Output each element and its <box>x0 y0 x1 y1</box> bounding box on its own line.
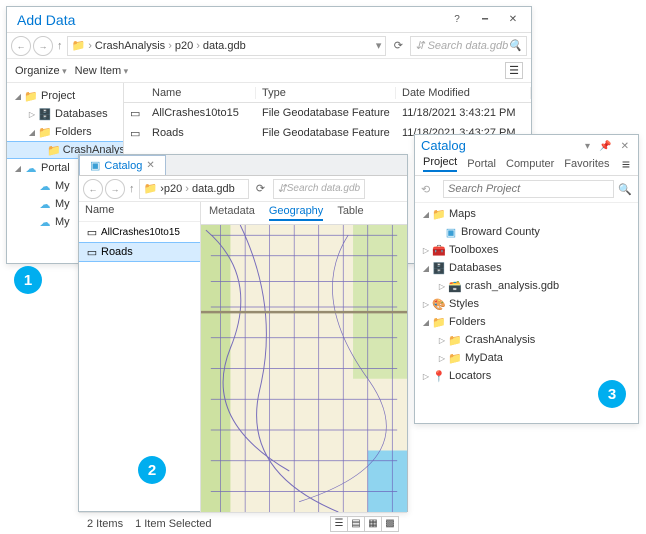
tree-folder-item[interactable]: ▷📁MyData <box>415 349 638 367</box>
nav-forward-button[interactable]: → <box>105 179 125 199</box>
catalog-tab[interactable]: ▣ Catalog ✕ <box>79 155 166 175</box>
tree-folder-item[interactable]: ▷📁CrashAnalysis <box>415 331 638 349</box>
tree-folders[interactable]: ◢📁Folders <box>7 123 123 141</box>
view-switch-icon[interactable]: ☰ <box>505 62 523 79</box>
feature-class-icon: ▭ <box>124 107 146 120</box>
pane-tabs: Project Portal Computer Favorites ≡ <box>415 156 638 176</box>
nav-up-icon[interactable]: ↑ <box>127 183 137 195</box>
tab-computer[interactable]: Computer <box>506 158 554 170</box>
pin-icon[interactable]: 📌 <box>596 141 614 152</box>
column-name[interactable]: Name <box>146 87 256 99</box>
nav-toolbar: ← → ↑ 📁 ›CrashAnalysis ›p20 ›data.gdb ▾ … <box>7 33 531 59</box>
catalog-icon: ▣ <box>90 159 100 172</box>
tree-folders[interactable]: ◢📁Folders <box>415 313 638 331</box>
tree-databases[interactable]: ◢🗄️Databases <box>415 259 638 277</box>
breadcrumb[interactable]: 📁 ›CrashAnalysis ›p20 ›data.gdb ▾ <box>67 36 387 56</box>
catalog-tree: ◢📁Maps ▣Broward County ▷🧰Toolboxes ◢🗄️Da… <box>415 203 638 387</box>
tab-strip: ▣ Catalog ✕ <box>79 155 407 176</box>
command-bar: Organize New Item ☰ <box>7 59 531 83</box>
tab-project[interactable]: Project <box>423 156 457 172</box>
callout-marker-2: 2 <box>138 456 166 484</box>
tree-toolboxes[interactable]: ▷🧰Toolboxes <box>415 241 638 259</box>
tree-gdb-item[interactable]: ▷🗃️crash_analysis.gdb <box>415 277 638 295</box>
tab-portal[interactable]: Portal <box>467 158 496 170</box>
window-close-button[interactable]: ✕ <box>499 10 527 30</box>
item-count: 2 Items <box>87 518 123 530</box>
column-type[interactable]: Type <box>256 87 396 99</box>
folder-icon: 📁 <box>72 39 86 52</box>
tree-map-item[interactable]: ▣Broward County <box>415 223 638 241</box>
search-back-icon[interactable]: ⟲ <box>421 183 439 196</box>
new-item-menu[interactable]: New Item <box>75 65 129 77</box>
filter-icon: ⇵ <box>415 39 424 52</box>
search-icon: 🔍 <box>618 183 632 196</box>
menu-icon[interactable]: ≡ <box>622 156 630 172</box>
organize-menu[interactable]: Organize <box>15 65 67 77</box>
nav-forward-button[interactable]: → <box>33 36 53 56</box>
window-help-button[interactable]: ? <box>443 10 471 30</box>
refresh-button[interactable]: ⟳ <box>388 36 408 56</box>
selection-count: 1 Item Selected <box>135 518 211 530</box>
column-name[interactable]: Name <box>79 202 200 222</box>
list-item[interactable]: ▭Roads <box>79 242 200 262</box>
refresh-button[interactable]: ⟳ <box>251 179 271 199</box>
tree-styles[interactable]: ▷🎨Styles <box>415 295 638 313</box>
tab-metadata[interactable]: Metadata <box>209 205 255 221</box>
column-date[interactable]: Date Modified <box>396 87 531 99</box>
tab-favorites[interactable]: Favorites <box>564 158 609 170</box>
tree-project[interactable]: ◢📁Project <box>7 87 123 105</box>
tree-maps[interactable]: ◢📁Maps <box>415 205 638 223</box>
search-input[interactable]: ⇵ Search data.gdb 🔍 <box>410 36 527 56</box>
status-bar: 2 Items 1 Item Selected ☰ ▤ ▦ ▩ <box>79 512 407 534</box>
tab-geography[interactable]: Geography <box>269 205 323 221</box>
nav-toolbar: ← → ↑ 📁 ›p20›data.gdb ⟳ ⇵ Search data.gd… <box>79 176 407 202</box>
nav-up-icon[interactable]: ↑ <box>55 40 65 52</box>
tree-databases[interactable]: ▷🗄️Databases <box>7 105 123 123</box>
search-icon: 🔍 <box>508 39 522 52</box>
window-minimize-button[interactable]: 🗕 <box>471 10 499 30</box>
title: Add Data <box>17 12 443 28</box>
tab-table[interactable]: Table <box>337 205 363 221</box>
nav-back-button[interactable]: ← <box>83 179 103 199</box>
titlebar: Add Data ? 🗕 ✕ <box>7 7 531 33</box>
list-item[interactable]: ▭AllCrashes10to15 <box>79 222 200 242</box>
feature-class-icon: ▭ <box>124 127 146 140</box>
map-preview[interactable] <box>201 225 407 512</box>
nav-back-button[interactable]: ← <box>11 36 31 56</box>
close-tab-icon[interactable]: ✕ <box>146 160 154 171</box>
close-icon[interactable]: ✕ <box>618 141 632 152</box>
breadcrumb[interactable]: 📁 ›p20›data.gdb <box>139 179 249 199</box>
search-project-input[interactable] <box>443 180 614 198</box>
catalog-view-window: ▣ Catalog ✕ ← → ↑ 📁 ›p20›data.gdb ⟳ ⇵ Se… <box>78 154 408 512</box>
callout-marker-1: 1 <box>14 266 42 294</box>
callout-marker-3: 3 <box>598 380 626 408</box>
pane-title: Catalog <box>421 138 582 153</box>
list-item[interactable]: ▭ AllCrashes10to15 File Geodatabase Feat… <box>124 103 531 123</box>
search-input[interactable]: ⇵ Search data.gdb <box>273 179 366 199</box>
filter-icon: ⇵ <box>278 182 287 195</box>
preview-tabs: Metadata Geography Table <box>201 202 407 225</box>
dropdown-icon[interactable]: ▾ <box>582 141 593 152</box>
